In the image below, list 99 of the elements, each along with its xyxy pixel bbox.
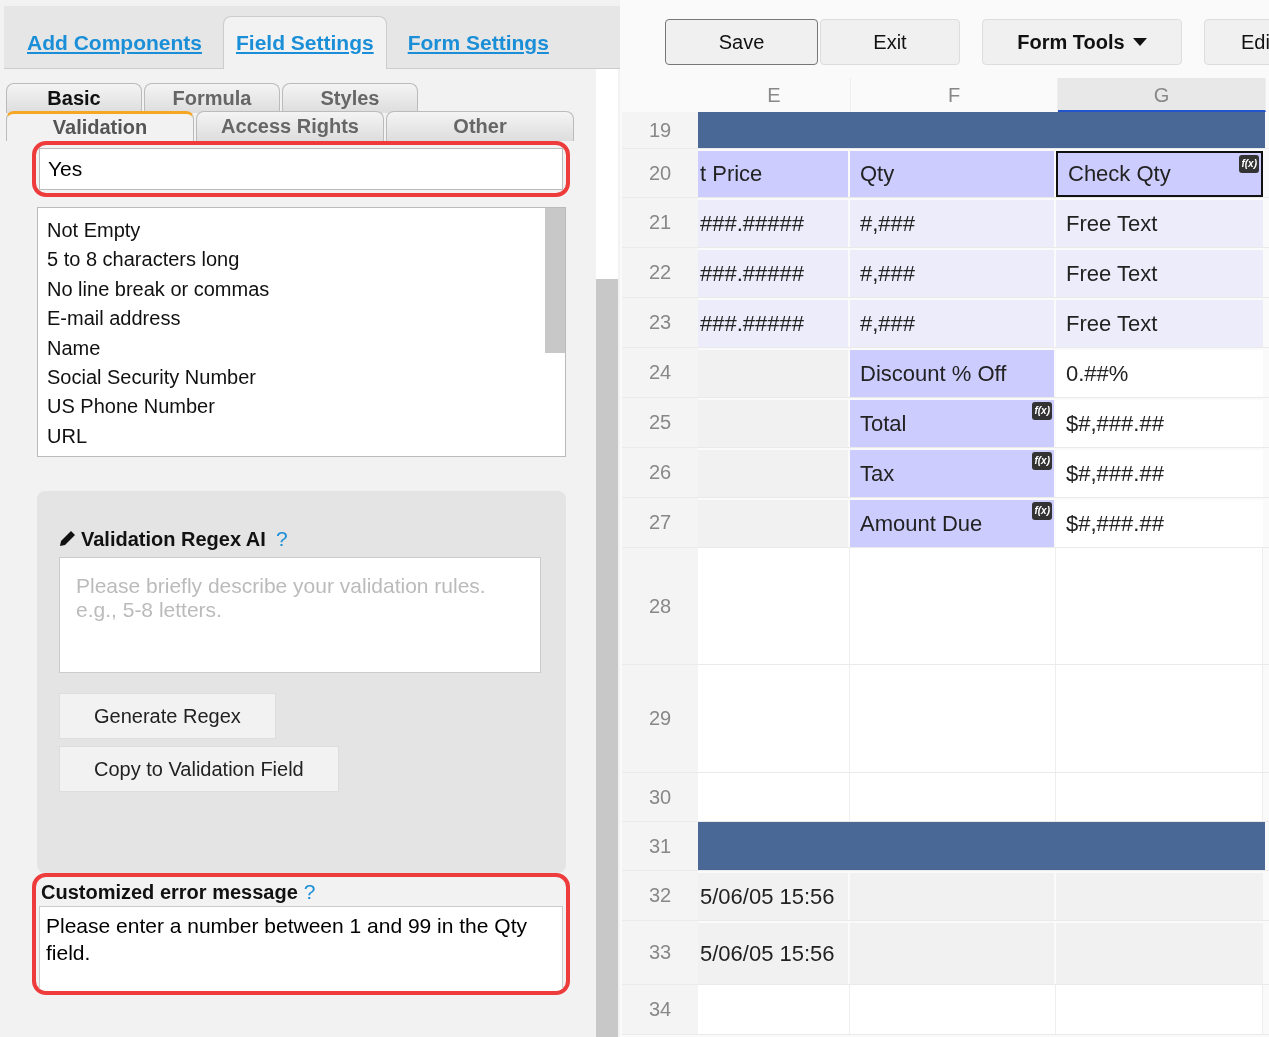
validation-option[interactable]: Social Security Number [47,363,536,393]
grid-cell[interactable]: Qty [850,151,1054,197]
grid-cell[interactable] [698,773,850,821]
validation-list[interactable]: Not Empty 5 to 8 characters long No line break or commas E-mail address Name Social Security Number US Phone Number URL [37,207,566,457]
grid-cell[interactable]: 5/06/05 15:56 [698,873,848,920]
row-number: 27 [622,498,698,547]
row-number: 31 [622,822,698,870]
grid-cell[interactable]: Free Text [1056,250,1263,297]
cell-text: Free Text [1066,260,1158,287]
cell-text: Free Text [1066,310,1158,337]
validation-option[interactable]: Name [47,333,536,364]
regex-button[interactable]: Copy to Validation Field [59,746,339,792]
settings-tab[interactable]: Validation [6,111,194,141]
cell-text: $#,###.## [1066,460,1164,487]
cell-text: 5/06/05 15:56 [700,940,835,967]
cell-text: Qty [860,161,895,187]
grid-cell[interactable] [850,773,1056,821]
grid-cell[interactable]: 5/06/05 15:56 [698,923,848,984]
toolbar-button[interactable]: Form Tools [982,19,1182,65]
cell-text: ###.##### [700,260,804,287]
grid-cell[interactable]: Amount Due f(x) [850,500,1054,547]
cell-text: $#,###.## [1066,410,1164,437]
cell-text: #,### [860,210,916,237]
grid-cell[interactable] [850,548,1056,664]
row-number: 33 [622,921,698,984]
row-number: 32 [622,871,698,920]
validation-option[interactable]: Not Empty [47,216,536,246]
grid-cell[interactable]: Check Qty f(x) [1056,151,1263,197]
settings-tab[interactable]: Access Rights [196,111,384,141]
cell-text: 5/06/05 15:56 [700,883,835,910]
row-number: 30 [622,773,698,821]
panel-title: Validation Regex AI [81,527,266,551]
validation-option[interactable]: URL [47,421,536,452]
cell-text: Total [860,410,907,437]
grid-cell[interactable]: #,### [850,250,1054,297]
cell-text: #,### [860,260,916,287]
cell-text: Tax [860,460,895,487]
toolbar-button[interactable]: Edi [1204,19,1269,65]
grid-cell[interactable]: #,### [850,200,1054,247]
formula-badge: f(x) [1032,402,1052,420]
cell-text: $#,###.## [1066,510,1164,537]
validation-option[interactable]: 5 to 8 characters long [47,245,536,275]
cell-text: ###.##### [700,210,804,237]
grid-cell[interactable]: $#,###.## [1056,400,1263,447]
grid-cell[interactable] [698,548,850,664]
formula-badge: f(x) [1032,502,1052,520]
validation-option[interactable]: No line break or commas [47,274,536,305]
row-number: 26 [622,448,698,497]
cell-text: ###.##### [700,310,804,337]
cell-text: #,### [860,310,916,337]
row-number: 21 [622,198,698,247]
row-number: 20 [622,149,698,197]
grid-cell[interactable]: Free Text [1056,200,1263,247]
row-number: 28 [622,548,698,664]
grid-cell[interactable]: Free Text [1056,300,1263,347]
settings-tab[interactable]: Styles [282,83,418,113]
grid-cell[interactable] [1056,773,1263,821]
grid-cell[interactable]: ###.##### [698,300,848,347]
row-number: 29 [622,665,698,772]
grid-cell[interactable]: Discount % Off [850,350,1054,397]
grid-cell[interactable]: Total f(x) [850,400,1054,447]
row-number: 22 [622,248,698,297]
toolbar-button[interactable]: Exit [820,19,960,65]
row-number: 23 [622,298,698,347]
settings-tab[interactable]: Formula [144,83,280,113]
formula-badge: f(x) [1032,452,1052,470]
grid-cell[interactable]: #,### [850,300,1054,347]
regex-button[interactable]: Generate Regex [59,693,276,739]
description-field[interactable]: Please briefly describe your validation rules. e.g., 5-8 letters. [59,557,541,673]
cell-text: Check Qty [1068,161,1171,187]
validation-option[interactable]: US Phone Number [47,392,536,422]
grid-cell[interactable]: ###.##### [698,250,848,297]
grid-cell[interactable]: 0.##% [1056,350,1263,397]
row-number: 34 [622,985,698,1034]
toolbar-button[interactable]: Save [665,19,818,65]
validation-option[interactable]: E-mail address [47,304,536,334]
field-label: Customized error message [41,880,298,904]
formula-badge: f(x) [1239,155,1259,173]
scrollbar-thumb[interactable] [545,208,565,353]
cell-text: Amount Due [860,510,983,537]
cell-text: Free Text [1066,210,1158,237]
settings-tab[interactable]: Basic [6,83,142,113]
row-number: 19 [622,112,698,148]
pencil-icon [57,529,77,549]
grid-cell[interactable]: Tax f(x) [850,450,1054,497]
row-number: 25 [622,398,698,447]
grid-cell[interactable]: $#,###.## [1056,450,1263,497]
grid-cell[interactable]: $#,###.## [1056,500,1263,547]
validation-field[interactable]: Yes [39,148,563,190]
scrollbar-thumb[interactable] [596,279,618,1037]
grid-cell[interactable]: t Price [698,151,848,197]
cell-text: Discount % Off [860,360,1007,387]
grid-cell[interactable]: ###.##### [698,200,848,247]
settings-tab[interactable]: Other [386,111,574,141]
cell-text: 0.##% [1066,360,1129,387]
error-message-field[interactable]: Please enter a number between 1 and 99 in the Qty field. [39,906,563,991]
row-number: 24 [622,348,698,397]
cell-text: t Price [700,161,763,187]
caret-icon [1132,38,1147,46]
